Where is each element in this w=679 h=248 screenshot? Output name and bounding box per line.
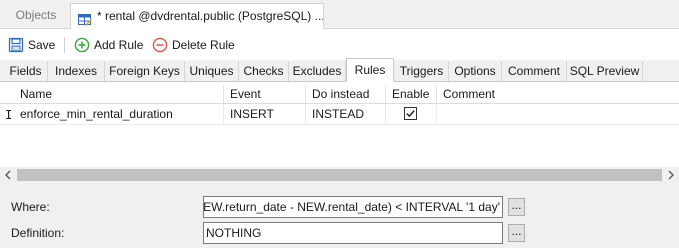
rule-event-cell[interactable]: INSERT bbox=[224, 104, 306, 124]
tab-triggers[interactable]: Triggers bbox=[395, 61, 449, 81]
column-header-event[interactable]: Event bbox=[224, 85, 306, 103]
tab-objects[interactable]: Objects bbox=[6, 3, 66, 27]
add-rule-label: Add Rule bbox=[94, 38, 144, 52]
design-tab-bar: Fields Indexes Foreign Keys Uniques Chec… bbox=[0, 58, 679, 82]
where-field[interactable]: NEW.return_date - NEW.rental_date) < INT… bbox=[203, 196, 503, 218]
tab-options[interactable]: Options bbox=[449, 61, 502, 81]
delete-rule-label: Delete Rule bbox=[172, 38, 235, 52]
minus-circle-icon bbox=[152, 37, 168, 53]
where-value: NEW.return_date - NEW.rental_date) < INT… bbox=[203, 200, 500, 214]
horizontal-scrollbar[interactable] bbox=[0, 167, 679, 183]
column-header-do-instead[interactable]: Do instead bbox=[306, 85, 386, 103]
column-header-comment[interactable]: Comment bbox=[437, 85, 679, 103]
toolbar: Save Add Rule Delete Rule bbox=[0, 31, 679, 59]
enable-checkbox[interactable] bbox=[404, 107, 417, 120]
where-label: Where: bbox=[11, 200, 50, 214]
grid-header: Name Event Do instead Enable Comment bbox=[0, 85, 679, 104]
delete-rule-button[interactable]: Delete Rule bbox=[152, 35, 238, 55]
tab-excludes[interactable]: Excludes bbox=[289, 61, 346, 81]
save-icon bbox=[8, 37, 24, 53]
table-edit-icon bbox=[78, 10, 92, 26]
rule-name-cell[interactable]: enforce_min_rental_duration bbox=[14, 104, 224, 124]
tab-uniques[interactable]: Uniques bbox=[185, 61, 239, 81]
add-rule-button[interactable]: Add Rule bbox=[74, 35, 146, 55]
tab-rental-table-design[interactable]: * rental @dvdrental.public (PostgreSQL) … bbox=[70, 3, 324, 29]
rule-detail-panel: Where: NEW.return_date - NEW.rental_date… bbox=[0, 183, 679, 248]
table-row[interactable]: enforce_min_rental_duration INSERT INSTE… bbox=[0, 104, 679, 125]
tab-rules[interactable]: Rules bbox=[346, 58, 394, 82]
definition-ellipsis-button[interactable]: ... bbox=[508, 224, 525, 242]
tab-checks[interactable]: Checks bbox=[239, 61, 289, 81]
column-header-name[interactable]: Name bbox=[14, 85, 224, 103]
tab-title: * rental @dvdrental.public (PostgreSQL) … bbox=[97, 9, 324, 23]
rule-do-instead-cell[interactable]: INSTEAD bbox=[306, 104, 386, 124]
rule-enable-cell bbox=[386, 104, 437, 124]
scroll-left-icon[interactable] bbox=[2, 169, 14, 181]
toolbar-separator bbox=[64, 37, 65, 53]
text-cursor-icon: I bbox=[5, 108, 13, 122]
rule-comment-cell[interactable] bbox=[437, 104, 679, 124]
save-button[interactable]: Save bbox=[8, 35, 56, 55]
scrollbar-thumb[interactable] bbox=[17, 169, 662, 181]
tab-sql-preview[interactable]: SQL Preview bbox=[567, 61, 643, 81]
definition-label: Definition: bbox=[11, 226, 65, 240]
tab-indexes[interactable]: Indexes bbox=[48, 61, 105, 81]
column-header-enable[interactable]: Enable bbox=[386, 85, 437, 103]
scroll-right-icon[interactable] bbox=[665, 169, 677, 181]
rules-grid: Name Event Do instead Enable Comment enf… bbox=[0, 85, 679, 167]
definition-field[interactable]: NOTHING bbox=[203, 222, 503, 244]
tab-fields[interactable]: Fields bbox=[4, 61, 48, 81]
plus-circle-icon bbox=[74, 37, 90, 53]
where-ellipsis-button[interactable]: ... bbox=[508, 198, 525, 216]
save-label: Save bbox=[28, 38, 56, 52]
tab-comment[interactable]: Comment bbox=[502, 61, 567, 81]
tab-foreign-keys[interactable]: Foreign Keys bbox=[105, 61, 185, 81]
document-tab-bar: Objects * rental @dvdrental.public (Post… bbox=[0, 0, 679, 29]
